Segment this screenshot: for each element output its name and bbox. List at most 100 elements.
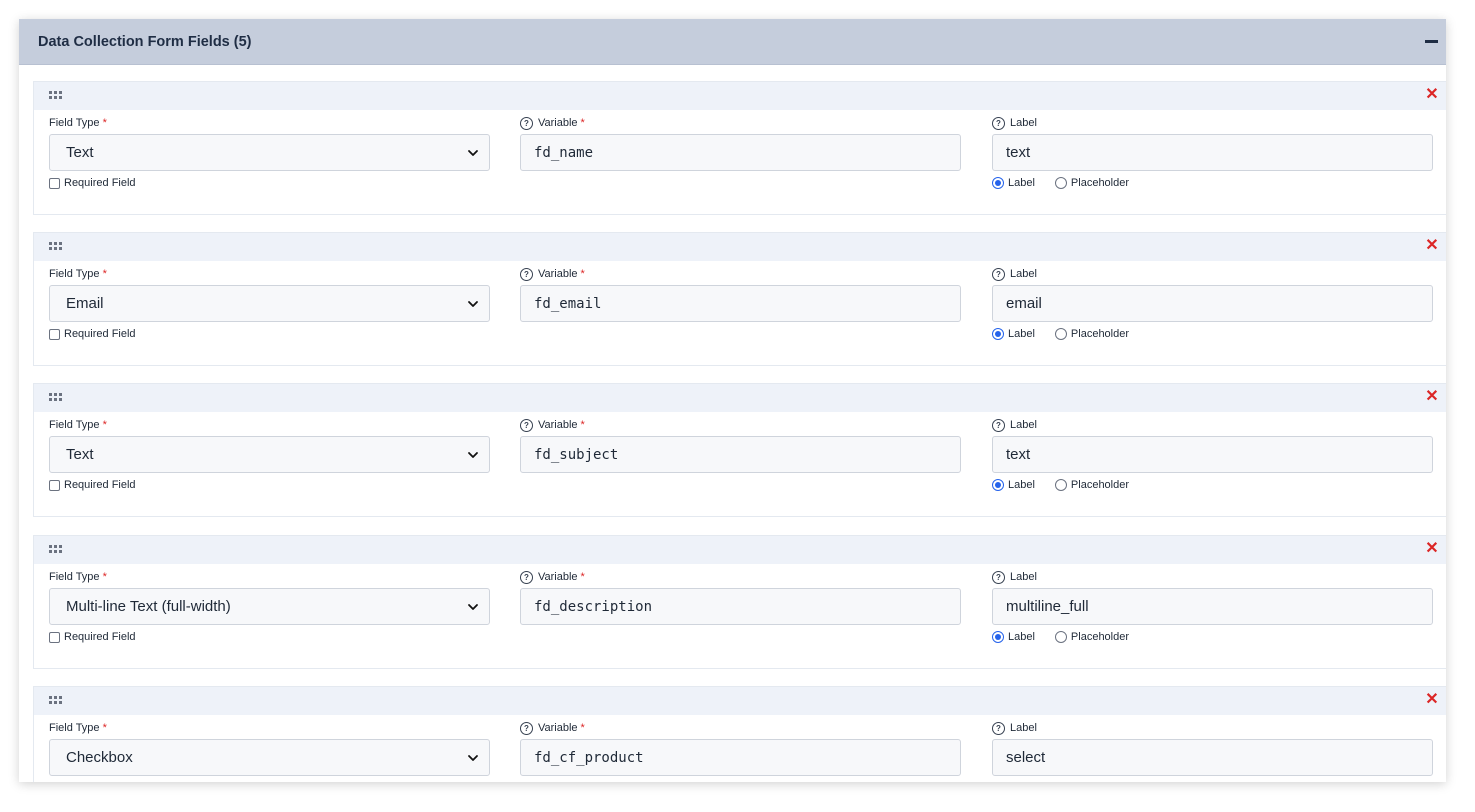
required-field-option[interactable]: Required Field [49,631,490,643]
help-icon[interactable]: ? [992,721,1005,735]
drag-handle-icon[interactable] [49,696,62,706]
help-icon[interactable]: ? [992,267,1005,281]
variable-label: ? Variable * [520,267,961,281]
help-icon[interactable]: ? [520,418,533,432]
collapse-button[interactable] [1420,31,1442,53]
field-card: ✕ Field Type * Multi-line Text (full-wid… [33,535,1446,669]
required-field-checkbox[interactable] [49,328,60,340]
field-type-select[interactable]: Checkbox [49,739,490,776]
field-type-value: Text [66,144,94,161]
required-marker: * [102,722,107,734]
variable-label: ? Variable * [520,721,961,735]
required-field-option[interactable]: Required Field [49,328,490,340]
remove-field-button[interactable]: ✕ [1425,238,1439,254]
label-radio[interactable] [992,631,1004,643]
field-type-label: Field Type * [49,268,107,280]
remove-field-button[interactable]: ✕ [1425,541,1439,557]
label-radio[interactable] [992,479,1004,491]
minus-icon [1424,40,1438,43]
required-field-checkbox[interactable] [49,631,60,643]
field-type-group: Field Type * Text Required Field [49,418,490,491]
chevron-down-icon [468,451,478,458]
field-type-select[interactable]: Text [49,436,490,473]
drag-handle-icon[interactable] [49,242,62,252]
label-label: ? Label [992,116,1433,130]
required-field-checkbox[interactable] [49,479,60,491]
display-mode-label-option[interactable]: Label [992,177,1035,189]
variable-value: fd_subject [534,446,619,463]
label-radio-text: Label [1008,631,1035,643]
label-group: ? Label text Label Placeholder [992,116,1433,189]
field-card: ✕ Field Type * Checkbox Required Field [33,686,1446,782]
label-label: ? Label [992,570,1433,584]
label-input[interactable]: text [992,134,1433,171]
display-mode-label-option[interactable]: Label [992,328,1035,340]
display-mode-label-option[interactable]: Label [992,479,1035,491]
label-input[interactable]: select [992,739,1433,776]
field-card-toolbar: ✕ [34,233,1446,261]
remove-field-button[interactable]: ✕ [1425,389,1439,405]
close-icon: ✕ [1425,237,1439,254]
panel-header[interactable]: Data Collection Form Fields (5) [19,19,1446,65]
variable-input[interactable]: fd_cf_product [520,739,961,776]
chevron-down-icon [468,149,478,156]
required-field-option[interactable]: Required Field [49,479,490,491]
variable-group: ? Variable * fd_subject [520,418,961,473]
field-type-select[interactable]: Email [49,285,490,322]
help-icon[interactable]: ? [520,116,533,130]
help-icon[interactable]: ? [992,570,1005,584]
required-field-checkbox[interactable] [49,177,60,189]
required-marker: * [580,571,585,583]
placeholder-radio[interactable] [1054,631,1067,643]
display-mode-placeholder-option[interactable]: Placeholder [1054,631,1129,643]
placeholder-radio-text: Placeholder [1070,328,1130,340]
field-type-select[interactable]: Text [49,134,490,171]
placeholder-radio[interactable] [1054,328,1067,340]
variable-input[interactable]: fd_description [520,588,961,625]
help-icon[interactable]: ? [992,116,1005,130]
label-label: ? Label [992,721,1433,735]
close-icon: ✕ [1425,691,1439,708]
drag-handle-icon[interactable] [49,545,62,555]
label-radio[interactable] [992,328,1004,340]
label-input[interactable]: email [992,285,1433,322]
label-input[interactable]: multiline_full [992,588,1433,625]
required-field-label: Required Field [64,328,136,340]
variable-value: fd_email [534,295,602,312]
variable-group: ? Variable * fd_cf_product [520,721,961,776]
drag-handle-icon[interactable] [49,393,62,403]
close-icon: ✕ [1425,86,1439,103]
remove-field-button[interactable]: ✕ [1425,87,1439,103]
help-icon[interactable]: ? [520,267,533,281]
help-icon[interactable]: ? [520,570,533,584]
variable-input[interactable]: fd_email [520,285,961,322]
remove-field-button[interactable]: ✕ [1425,692,1439,708]
display-mode-placeholder-option[interactable]: Placeholder [1054,177,1130,189]
variable-input[interactable]: fd_subject [520,436,961,473]
display-mode-placeholder-option[interactable]: Placeholder [1054,479,1129,491]
required-marker: * [580,268,585,280]
label-radio[interactable] [992,177,1004,189]
display-mode-placeholder-option[interactable]: Placeholder [1054,328,1130,340]
help-icon[interactable]: ? [520,721,533,735]
field-card: ✕ Field Type * Text Required Field ? Var… [33,383,1446,517]
label-value: text [1006,144,1031,161]
required-marker: * [102,419,107,431]
field-type-select[interactable]: Multi-line Text (full-width) [49,588,490,625]
help-icon[interactable]: ? [992,418,1005,432]
label-input[interactable]: text [992,436,1433,473]
placeholder-radio[interactable] [1054,479,1067,491]
field-type-label: Field Type * [49,419,107,431]
field-type-value: Checkbox [66,749,133,766]
field-card-toolbar: ✕ [34,82,1446,110]
placeholder-radio[interactable] [1054,177,1067,189]
field-type-label: Field Type * [49,722,107,734]
placeholder-radio-text: Placeholder [1070,177,1130,189]
display-mode-options: Label Placeholder [992,479,1433,491]
required-field-option[interactable]: Required Field [49,177,490,189]
variable-input[interactable]: fd_name [520,134,961,171]
label-group: ? Label select Label Placeholder [992,721,1433,782]
variable-group: ? Variable * fd_email [520,267,961,322]
display-mode-label-option[interactable]: Label [992,631,1035,643]
drag-handle-icon[interactable] [49,91,62,101]
